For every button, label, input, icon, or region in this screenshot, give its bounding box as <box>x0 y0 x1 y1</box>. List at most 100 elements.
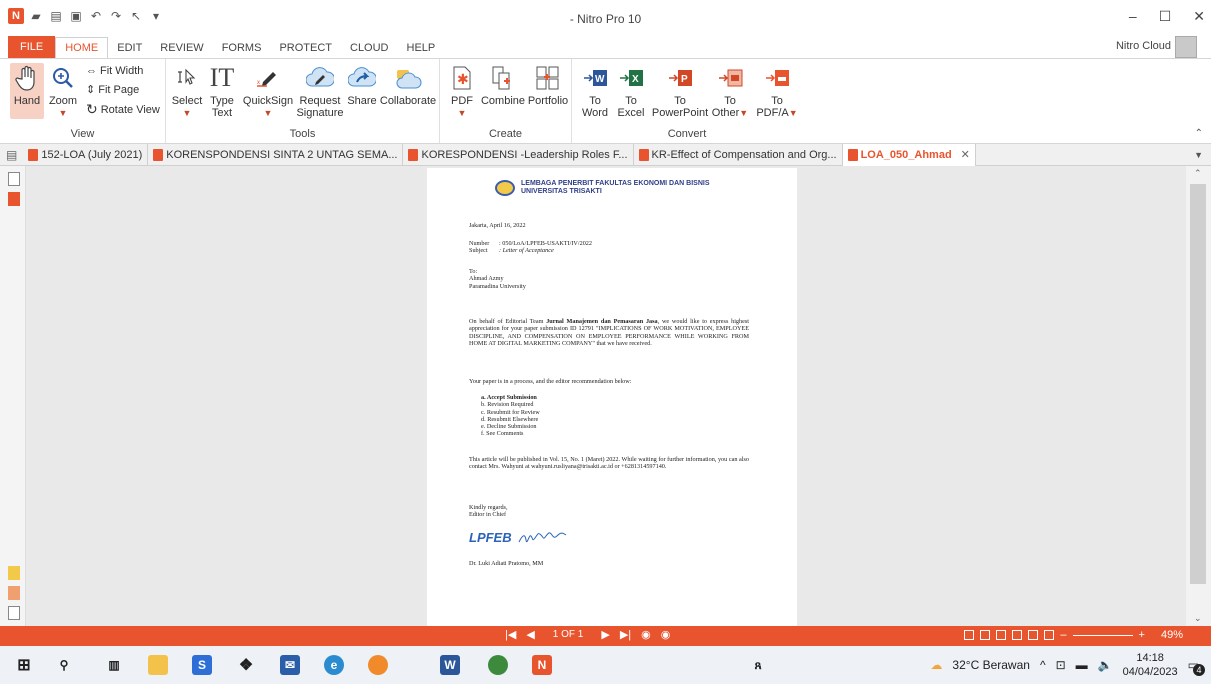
menu-file[interactable]: FILE <box>8 36 56 58</box>
file-explorer-icon[interactable] <box>148 655 168 675</box>
zoom-out-icon[interactable]: – <box>1060 629 1066 641</box>
close-button[interactable]: ✕ <box>1193 8 1205 25</box>
close-tab-icon[interactable]: ✕ <box>961 148 970 161</box>
tab-loa-050-ahmad[interactable]: LOA_050_Ahmad ✕ <box>842 143 976 166</box>
fit-width-button[interactable]: ⇔ Fit Width <box>86 65 143 77</box>
reading-mode-icon[interactable] <box>1044 630 1055 640</box>
avatar[interactable] <box>1175 36 1197 58</box>
dropbox-icon[interactable]: ❖ <box>236 655 256 675</box>
scroll-up-icon[interactable]: ⌃ <box>1194 168 1202 179</box>
fit-width-icon: ⇔ <box>86 65 97 77</box>
maximize-button[interactable]: ☐ <box>1159 8 1172 25</box>
continuous-view-icon[interactable] <box>980 630 991 640</box>
portfolio-icon <box>534 63 562 93</box>
powerpoint-icon: P <box>666 63 694 93</box>
tab-kr-effect-of-compensation[interactable]: KR-Effect of Compensation and Org... <box>634 143 843 166</box>
tab-korespondensi-leadership[interactable]: KORESPONDENSI -Leadership Roles F... <box>403 143 634 166</box>
full-screen-icon[interactable] <box>1028 630 1039 640</box>
tab-152-loa[interactable]: 152-LOA (July 2021) <box>23 143 149 166</box>
to-pdfa-button[interactable]: To PDF/A▼ <box>754 63 800 119</box>
chrome-icon[interactable] <box>488 655 508 675</box>
app-icon[interactable]: S <box>192 655 212 675</box>
facing-continuous-view-icon[interactable] <box>1012 630 1023 640</box>
nitro-taskbar-icon[interactable]: N <box>532 655 552 675</box>
first-page-icon[interactable]: |◀ <box>505 628 516 641</box>
tab-list-dropdown-icon[interactable]: ▼ <box>1194 150 1211 160</box>
collaborate-button[interactable]: Collaborate <box>380 63 436 107</box>
comments-icon[interactable] <box>8 566 20 580</box>
fit-page-button[interactable]: ⇕ Fit Page <box>86 83 139 97</box>
next-page-icon[interactable]: ▶ <box>601 628 609 641</box>
minimize-button[interactable]: – <box>1129 8 1137 25</box>
network-icon[interactable]: ⊡ <box>1056 658 1066 672</box>
to-excel-button[interactable]: X To Excel <box>616 63 646 119</box>
scrollbar-thumb[interactable] <box>1190 184 1206 584</box>
weather-text[interactable]: 32°C Berawan <box>952 658 1030 672</box>
notification-center-icon[interactable]: ▭ 4 <box>1188 658 1205 676</box>
task-view-icon[interactable]: ▥ <box>104 655 124 675</box>
last-page-icon[interactable]: ▶| <box>620 628 631 641</box>
combine-button[interactable]: Combine <box>480 63 526 107</box>
menu-help[interactable]: HELP <box>398 42 445 58</box>
to-other-button[interactable]: To Other▼ <box>708 63 752 119</box>
to-word-button[interactable]: W To Word <box>580 63 610 119</box>
zoom-level[interactable]: 49% <box>1161 629 1183 641</box>
pdf-button[interactable]: ✱ PDF ▼ <box>448 63 476 119</box>
scroll-down-icon[interactable]: ⌄ <box>1194 613 1202 624</box>
fit-page-icon: ⇕ <box>86 84 96 96</box>
zoom-in-icon[interactable]: + <box>1139 629 1145 641</box>
rotate-icon: ↻ <box>86 101 98 117</box>
menu-forms[interactable]: FORMS <box>213 42 271 58</box>
single-page-view-icon[interactable] <box>964 630 975 640</box>
attachments-icon[interactable] <box>8 586 20 600</box>
battery-icon[interactable]: ▬ <box>1076 658 1088 672</box>
page-indicator[interactable]: 1 OF 1 <box>553 629 584 640</box>
facing-view-icon[interactable] <box>996 630 1007 640</box>
select-button[interactable]: Select ▼ <box>172 63 202 119</box>
windows-start-icon[interactable]: ⊞ <box>14 655 34 675</box>
pdf-create-icon: ✱ <box>448 63 476 93</box>
menu-cloud[interactable]: CLOUD <box>341 42 398 58</box>
menu-home[interactable]: HOME <box>55 37 109 58</box>
request-signature-button[interactable]: Request Signature <box>296 63 344 119</box>
zoom-dropdown-icon: ▼ <box>58 108 68 118</box>
ribbon: Hand Zoom ▼ ⇔ Fit Width ⇕ Fit Page ↻ Rotate… <box>0 58 1211 144</box>
zoom-slider[interactable] <box>1072 634 1133 636</box>
word-taskbar-icon[interactable]: W <box>440 655 460 675</box>
people-icon[interactable]: ጸ <box>748 655 768 675</box>
rotate-view-button[interactable]: ↻ Rotate View <box>86 101 160 118</box>
tab-korenspondensi-sinta[interactable]: KORENSPONDENSI SINTA 2 UNTAG SEMA... <box>148 143 404 166</box>
menu-review[interactable]: REVIEW <box>151 42 212 58</box>
quicksign-button[interactable]: x QuickSign ▼ <box>242 63 294 119</box>
document-viewer[interactable]: LEMBAGA PENERBIT FAKULTAS EKONOMI DAN BI… <box>26 166 1186 626</box>
nitro-cloud-link[interactable]: Nitro Cloud <box>1116 40 1171 52</box>
mail-icon[interactable]: ✉ <box>280 655 300 675</box>
output-icon[interactable] <box>8 606 20 620</box>
to-powerpoint-button[interactable]: P To PowerPoint <box>652 63 708 119</box>
firefox-icon[interactable] <box>368 655 388 675</box>
page-thumbnail-icon[interactable] <box>8 172 20 186</box>
back-view-icon[interactable]: ◉ <box>641 628 651 641</box>
notification-count: 4 <box>1193 664 1205 676</box>
recommendation-list: a. Accept Submission b. Revision Require… <box>481 394 540 438</box>
show-hidden-icons-icon[interactable]: ^ <box>1040 658 1046 672</box>
hand-button[interactable]: Hand <box>10 63 44 119</box>
vertical-scrollbar[interactable]: ⌃ ⌄ <box>1186 166 1211 626</box>
type-text-button[interactable]: IT Type Text <box>208 63 236 120</box>
excel-icon: X <box>617 63 645 93</box>
pages-panel-icon[interactable]: ▤ <box>0 148 23 162</box>
status-bar: |◀ ◀ 1 OF 1 ▶ ▶| ◉ ◉ – + 49% <box>0 626 1211 646</box>
portfolio-button[interactable]: Portfolio <box>526 63 570 107</box>
edge-browser-icon[interactable]: e <box>324 655 344 675</box>
volume-icon[interactable]: 🔈 <box>1098 658 1113 672</box>
menu-protect[interactable]: PROTECT <box>270 42 341 58</box>
share-button[interactable]: Share <box>346 63 378 107</box>
zoom-button[interactable]: Zoom ▼ <box>48 63 78 119</box>
menu-edit[interactable]: EDIT <box>108 42 151 58</box>
bookmark-icon[interactable] <box>8 192 20 206</box>
clock[interactable]: 14:18 04/04/2023 <box>1123 651 1178 679</box>
forward-view-icon[interactable]: ◉ <box>661 628 671 641</box>
previous-page-icon[interactable]: ◀ <box>526 628 534 641</box>
collapse-ribbon-icon[interactable]: ⌃ <box>1195 128 1203 139</box>
search-icon[interactable]: ⚲ <box>54 655 74 675</box>
